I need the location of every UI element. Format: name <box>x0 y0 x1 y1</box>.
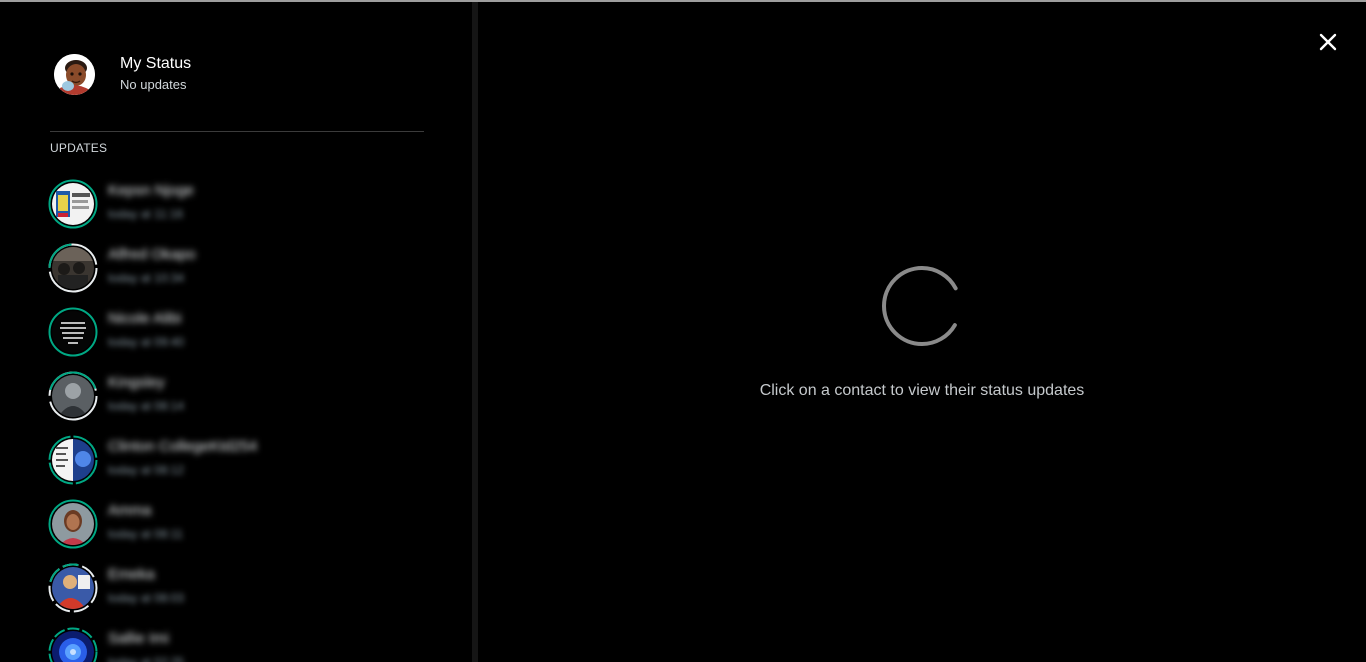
status-ring <box>48 563 98 613</box>
close-icon <box>1319 33 1337 51</box>
status-ring <box>48 179 98 229</box>
status-ring <box>48 435 98 485</box>
contact-avatar <box>52 183 94 225</box>
contact-name: Clinton CollegeKtd254 <box>108 438 258 455</box>
status-viewer-panel: Click on a contact to view their status … <box>478 2 1366 662</box>
contact-time: today at 02:25 <box>108 655 185 662</box>
close-button[interactable] <box>1314 28 1342 56</box>
status-contact[interactable]: Nicole Alibi today at 09:40 <box>48 300 448 364</box>
contact-avatar <box>52 503 94 545</box>
status-ring <box>48 499 98 549</box>
contact-name: Alfred Okapo <box>108 246 196 263</box>
my-status-avatar <box>54 53 95 95</box>
contact-time: today at 08:11 <box>108 527 184 541</box>
contact-name: Sallie Imi <box>108 630 169 647</box>
status-contact[interactable]: Emeka today at 08:03 <box>48 556 448 620</box>
section-divider <box>50 131 424 132</box>
contact-avatar <box>52 439 94 481</box>
my-status[interactable]: My Status No updates <box>54 52 434 96</box>
status-contact[interactable]: Sallie Imi today at 02:25 <box>48 620 448 662</box>
contact-avatar <box>52 247 94 289</box>
status-contact-list: Kepsn Njoge today at 11:16 Alfred Okapo … <box>48 172 448 662</box>
my-status-subtitle: No updates <box>120 77 187 92</box>
contact-time: today at 11:16 <box>108 207 184 221</box>
contact-name: Kepsn Njoge <box>108 182 194 199</box>
contact-time: today at 10:34 <box>108 271 185 285</box>
status-ring <box>48 307 98 357</box>
contact-time: today at 08:03 <box>108 591 185 605</box>
status-contact[interactable]: Kingsley today at 08:14 <box>48 364 448 428</box>
updates-section-label: UPDATES <box>50 141 108 155</box>
contact-name: Nicole Alibi <box>108 310 182 327</box>
status-contact[interactable]: Alfred Okapo today at 10:34 <box>48 236 448 300</box>
my-status-title: My Status <box>120 55 192 72</box>
status-contact[interactable]: Amma today at 08:11 <box>48 492 448 556</box>
viewer-hint-text: Click on a contact to view their status … <box>759 382 1085 399</box>
status-ring <box>48 243 98 293</box>
status-ring <box>48 627 98 662</box>
contact-time: today at 08:14 <box>108 399 185 413</box>
status-contact[interactable]: Kepsn Njoge today at 11:16 <box>48 172 448 236</box>
status-contact[interactable]: Clinton CollegeKtd254 today at 08:12 <box>48 428 448 492</box>
contact-avatar <box>52 375 94 417</box>
status-ring <box>48 371 98 421</box>
contact-avatar <box>52 311 94 353</box>
contact-name: Amma <box>108 502 152 519</box>
contact-avatar <box>52 567 94 609</box>
loading-spinner-icon <box>882 266 962 346</box>
contact-name: Emeka <box>108 566 155 583</box>
contact-time: today at 08:12 <box>108 463 185 477</box>
contact-name: Kingsley <box>108 374 165 391</box>
contact-time: today at 09:40 <box>108 335 185 349</box>
status-list-panel: My Status No updates UPDATES Kepsn Njoge… <box>0 2 472 662</box>
